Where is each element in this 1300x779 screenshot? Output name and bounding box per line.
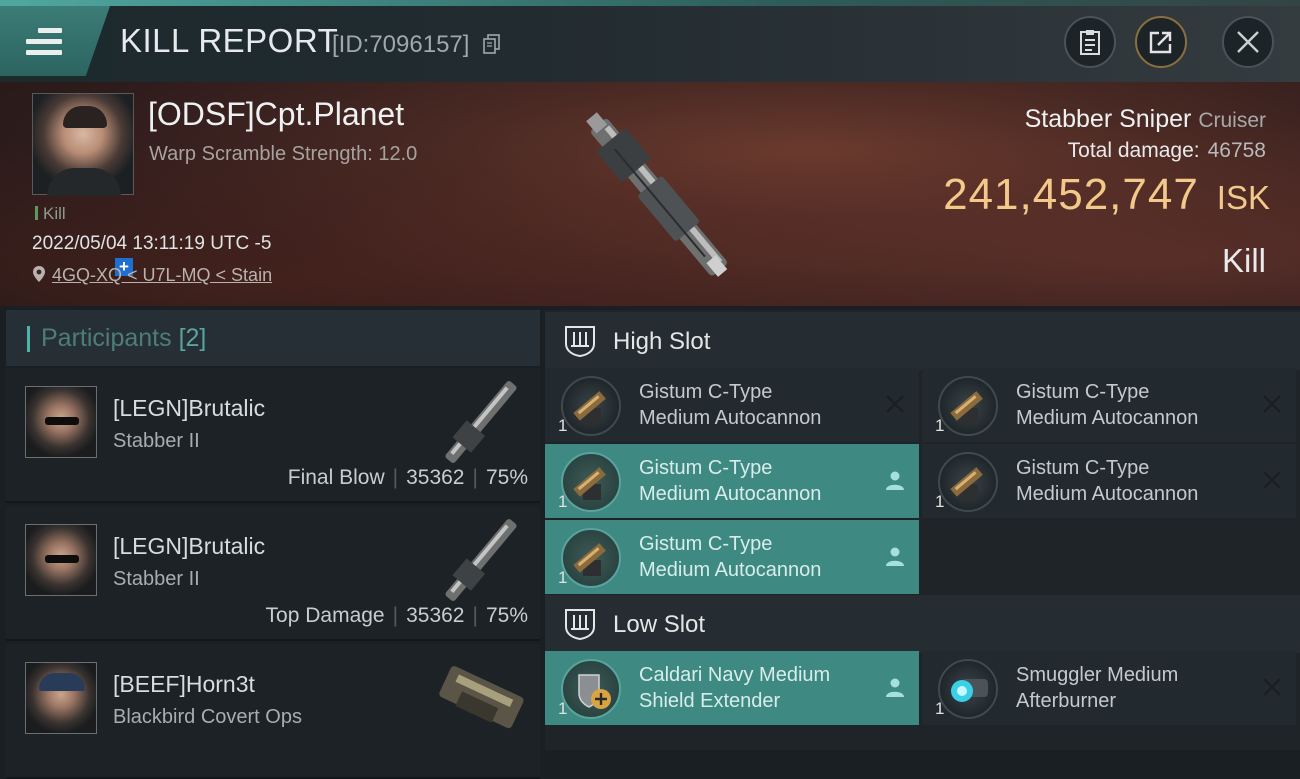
victim-summary: + [ODSF]Cpt.Planet Warp Scramble Strengt…: [0, 82, 1300, 306]
slot-icon: [565, 609, 595, 641]
module-name: Gistum C-Type Medium Autocannon: [639, 457, 822, 505]
victim-ship-image: [586, 112, 728, 277]
module-icon: [561, 376, 621, 436]
module-item[interactable]: 1 Gistum C-Type Medium Autocannon: [922, 444, 1296, 518]
slot-icon: [565, 326, 595, 358]
module-quantity: 1: [935, 416, 945, 435]
module-name: Gistum C-Type Medium Autocannon: [639, 381, 822, 429]
victim-name[interactable]: [ODSF]Cpt.Planet: [148, 96, 404, 133]
kill-location[interactable]: 4GQ-XQ < U7L-MQ < Stain: [32, 265, 272, 286]
share-button[interactable]: [1135, 16, 1187, 68]
header-accent-line: [0, 0, 1300, 6]
kill-result: Kill: [1221, 242, 1266, 279]
total-damage: Total damage: 46758: [1067, 139, 1266, 162]
module-icon: [938, 376, 998, 436]
participant-ship-image: [439, 666, 524, 729]
participant-stats: Final Blow | 35362 | 75%: [287, 466, 528, 489]
x-icon: [886, 395, 904, 413]
module-quantity: 1: [558, 492, 568, 511]
clipboard-button[interactable]: [1064, 16, 1116, 68]
high-slot-header: High Slot: [545, 312, 1300, 370]
module-name: Caldari Navy Medium Shield Extender: [639, 664, 831, 712]
module-quantity: 1: [935, 492, 945, 511]
menu-button[interactable]: [0, 6, 110, 76]
fitting-panel: High Slot 1 Gistum C-Type Medium Autocann…: [545, 310, 1300, 750]
x-icon: [1263, 678, 1281, 696]
x-icon: [1263, 471, 1281, 489]
module-item[interactable]: 1 Gistum C-Type Medium Autocannon: [545, 444, 919, 518]
close-icon: [1237, 31, 1259, 53]
warp-scramble-strength: Warp Scramble Strength: 12.0: [149, 143, 418, 165]
copy-icon[interactable]: [483, 34, 501, 54]
module-item[interactable]: 1 Gistum C-Type Medium Autocannon: [545, 368, 919, 442]
shield-extender-module-icon: [578, 674, 611, 709]
participant-avatar[interactable]: [25, 662, 97, 734]
clipboard-icon: [1080, 30, 1100, 55]
module-icon: [938, 659, 998, 719]
header-bar: KILL REPORT [ID:7096157]: [0, 0, 1300, 83]
participant-row[interactable]: [BEEF]Horn3t Blackbird Covert Ops: [6, 644, 540, 779]
module-item[interactable]: 1 Smuggler Medium Afterburner: [922, 651, 1296, 725]
participant-ship-image: [445, 519, 517, 601]
kill-timestamp: 2022/05/04 13:11:19 UTC -5: [32, 233, 272, 254]
pilot-icon: [886, 678, 904, 697]
module-item[interactable]: 1 Gistum C-Type Medium Autocannon: [545, 520, 919, 594]
module-quantity: 1: [558, 699, 568, 718]
module-name: Gistum C-Type Medium Autocannon: [1016, 381, 1199, 429]
participant-name: [LEGN]Brutalic: [113, 533, 266, 559]
page-title: KILL REPORT: [120, 22, 339, 59]
low-slot-header: Low Slot: [545, 595, 1300, 653]
autocannon-module-icon: [950, 467, 983, 500]
x-icon: [1263, 395, 1281, 413]
module-name: Gistum C-Type Medium Autocannon: [639, 533, 822, 581]
report-id: [ID:7096157]: [332, 31, 470, 58]
participant-row[interactable]: [LEGN]Brutalic Stabber II Top Damage | 353…: [6, 506, 540, 641]
module-quantity: 1: [558, 416, 568, 435]
module-icon: [561, 659, 621, 719]
autocannon-module-icon: [573, 543, 606, 576]
participant-avatar[interactable]: [25, 524, 97, 596]
module-name: Smuggler Medium Afterburner: [1016, 664, 1179, 712]
module-icon: [561, 452, 621, 512]
module-icon: [561, 528, 621, 588]
module-item[interactable]: 1 Gistum C-Type Medium Autocannon: [922, 368, 1296, 442]
autocannon-module-icon: [573, 467, 606, 500]
module-icon: [938, 452, 998, 512]
victim-avatar[interactable]: [32, 93, 134, 196]
afterburner-module-icon: [951, 679, 988, 702]
participants-panel: Participants [2] [LEGN]Brutalic Stabber …: [6, 310, 540, 779]
participant-name: [BEEF]Horn3t: [113, 671, 255, 697]
pilot-icon: [886, 547, 904, 566]
menu-icon: [26, 28, 62, 58]
participant-avatar[interactable]: [25, 386, 97, 458]
participant-ship-image: [445, 381, 517, 463]
participants-header: Participants [2]: [6, 310, 540, 366]
module-name: Gistum C-Type Medium Autocannon: [1016, 457, 1199, 505]
module-quantity: 1: [935, 699, 945, 718]
participant-ship: Blackbird Covert Ops: [113, 706, 302, 728]
kill-tag: Kill: [35, 204, 66, 224]
participant-ship: Stabber II: [113, 430, 200, 452]
autocannon-module-icon: [950, 391, 983, 424]
participants-title: Participants [2]: [41, 324, 207, 352]
participant-name: [LEGN]Brutalic: [113, 395, 266, 421]
module-quantity: 1: [558, 568, 568, 587]
autocannon-module-icon: [573, 391, 606, 424]
participant-ship: Stabber II: [113, 568, 200, 590]
location-pin-icon: [33, 266, 45, 282]
isk-value: 241,452,747 ISK: [943, 170, 1270, 219]
module-item[interactable]: 1 Caldari Navy Medium Shield Extender: [545, 651, 919, 725]
participant-row[interactable]: [LEGN]Brutalic Stabber II Final Blow | 353…: [6, 368, 540, 503]
victim-ship-name[interactable]: Stabber Sniper Cruiser: [1025, 105, 1266, 134]
share-icon: [1149, 31, 1172, 54]
pilot-icon: [886, 471, 904, 490]
participant-stats: Top Damage | 35362 | 75%: [265, 604, 528, 627]
close-button[interactable]: [1222, 16, 1274, 68]
